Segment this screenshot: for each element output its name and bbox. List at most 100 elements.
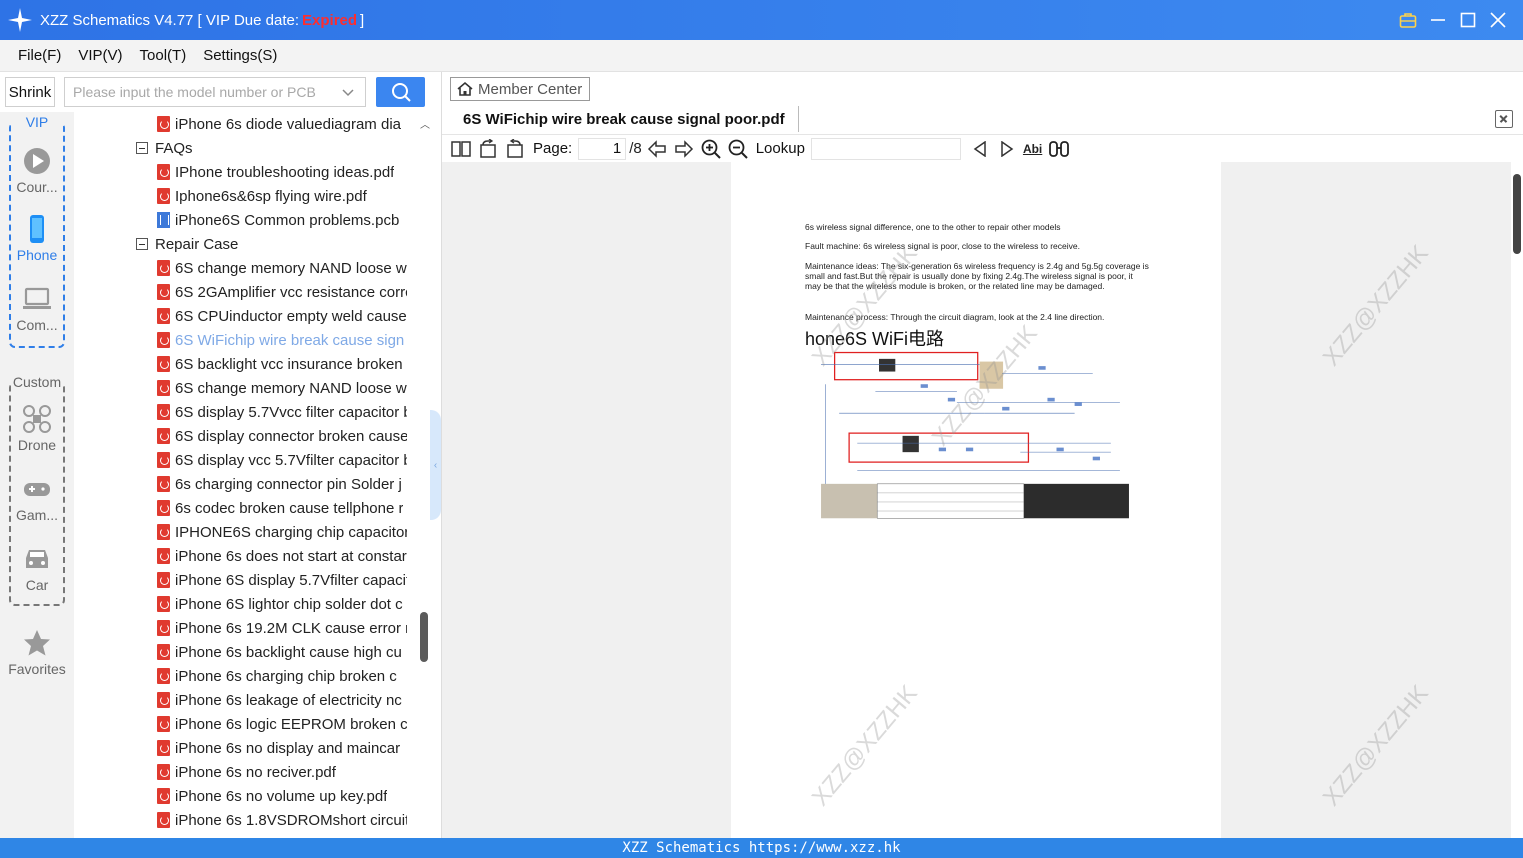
tree-file-pdf[interactable]: iPhone 6s 19.2M CLK cause error r: [157, 616, 407, 640]
tree-file-pdf[interactable]: iPhone 6s logic EEPROM broken c: [157, 712, 407, 736]
vip-group-label: VIP: [11, 114, 63, 130]
search-next-icon[interactable]: [996, 138, 1018, 160]
tree-file-pdf[interactable]: 6s charging connector pin Solder j: [157, 472, 407, 496]
menu-vip[interactable]: VIP(V): [78, 47, 122, 64]
tree-file-pcb[interactable]: iPhone6S Common problems.pcb: [157, 208, 407, 232]
tree-item-label: iPhone 6s no volume up key.pdf: [175, 787, 388, 805]
tree-file-pdf[interactable]: iPhone 6s 1.8VSDROMshort circuit: [157, 808, 407, 832]
close-icon[interactable]: [1483, 5, 1513, 35]
category-sidebar: VIP Cour... Phone Com... Custom Drone Ga…: [0, 112, 74, 838]
category-courses[interactable]: Cour...: [0, 146, 74, 195]
document-tab[interactable]: 6S WiFichip wire break cause signal poor…: [450, 106, 799, 132]
tree-file-pdf[interactable]: iPhone 6s leakage of electricity nc: [157, 688, 407, 712]
rotate-right-icon[interactable]: [504, 138, 526, 160]
category-drone[interactable]: Drone: [0, 404, 74, 453]
viewer-scrollbar[interactable]: [1511, 162, 1523, 838]
tree-file-pdf[interactable]: iPhone 6s no reciver.pdf: [157, 760, 407, 784]
tree-item-label: IPhone troubleshooting ideas.pdf: [175, 163, 395, 181]
pdf-viewer[interactable]: 6s wireless signal difference, one to th…: [442, 162, 1523, 838]
menu-settings[interactable]: Settings(S): [203, 47, 277, 64]
tree-file-pdf[interactable]: IPhone troubleshooting ideas.pdf: [157, 160, 407, 184]
collapse-toggle-icon[interactable]: [136, 238, 148, 250]
tree-file-pdf[interactable]: iPhone 6S display 5.7Vfilter capacit: [157, 568, 407, 592]
tree-scroll-thumb[interactable]: [420, 612, 428, 662]
collapse-toggle-icon[interactable]: [136, 142, 148, 154]
tree-file-pdf[interactable]: iPhone 6s no display and maincar: [157, 736, 407, 760]
status-bar: XZZ Schematics https://www.xzz.hk: [0, 838, 1523, 858]
scroll-up-icon[interactable]: ︿: [420, 116, 430, 131]
category-label: Favorites: [8, 661, 66, 677]
search-icon: [391, 83, 411, 102]
star-icon: [24, 630, 50, 656]
watermark: XZZ@XZZHK: [806, 680, 923, 812]
minimize-icon[interactable]: [1423, 5, 1453, 35]
two-page-icon[interactable]: [450, 138, 472, 160]
tree-file-pdf[interactable]: Iphone6s&6sp flying wire.pdf: [157, 184, 407, 208]
menu-file[interactable]: File(F): [18, 47, 61, 64]
watermark: XZZ@XZZHK: [1317, 240, 1434, 372]
rotate-left-icon[interactable]: [477, 138, 499, 160]
shrink-button[interactable]: Shrink: [5, 77, 55, 107]
tree-file-pdf[interactable]: 6S 2GAmplifier vcc resistance corrc: [157, 280, 407, 304]
zoom-in-icon[interactable]: [700, 138, 722, 160]
tree-file-pdf[interactable]: 6S change memory NAND loose w: [157, 256, 407, 280]
tree-file-pdf[interactable]: 6S display connector broken cause: [157, 424, 407, 448]
tree-file-pdf[interactable]: 6S display 5.7Vvcc filter capacitor b: [157, 400, 407, 424]
tree-file-pdf[interactable]: 6s codec broken cause tellphone r: [157, 496, 407, 520]
pdf-file-icon: [157, 428, 170, 444]
tree-file-pdf[interactable]: iPhone 6s backlight cause high cu: [157, 640, 407, 664]
search-button[interactable]: [376, 77, 425, 107]
tree-file-pdf[interactable]: iPhone 6s no volume up key.pdf: [157, 784, 407, 808]
tree-file-pdf[interactable]: 6S CPUinductor empty weld cause: [157, 304, 407, 328]
vip-status-badge: Expired: [302, 11, 358, 29]
category-car[interactable]: Car: [0, 544, 74, 593]
category-phone[interactable]: Phone: [0, 214, 74, 263]
doc-line-1: 6s wireless signal difference, one to th…: [805, 222, 1061, 232]
tree-file-pdf[interactable]: 6S WiFichip wire break cause sign: [157, 328, 407, 352]
previous-page-icon[interactable]: [646, 138, 668, 160]
tree-item-label: 6S CPUinductor empty weld cause: [175, 307, 407, 325]
tree-item-label: 6s codec broken cause tellphone r: [175, 499, 404, 517]
tree-file-pdf[interactable]: iPhone 6S lightor chip solder dot c: [157, 592, 407, 616]
tree-scrollbar[interactable]: ︿: [419, 112, 430, 838]
tree-item-label: iPhone 6s diode valuediagram dia: [175, 115, 401, 133]
chevron-down-icon[interactable]: [341, 86, 355, 102]
binoculars-icon[interactable]: [1048, 138, 1070, 160]
pdf-file-icon: [157, 308, 170, 324]
tree-item-label: 6S backlight vcc insurance broken: [175, 355, 403, 373]
tree-file-pdf[interactable]: iPhone 6s does not start at constar: [157, 544, 407, 568]
pcb-file-icon: [157, 212, 170, 228]
search-previous-icon[interactable]: [969, 138, 991, 160]
member-center-button[interactable]: Member Center: [450, 77, 590, 101]
tree-file-pdf[interactable]: IPHONE6S charging chip capacitor: [157, 520, 407, 544]
bag-icon[interactable]: [1393, 5, 1423, 35]
tree-file-pdf[interactable]: iPhone 6s diode valuediagram dia: [157, 112, 407, 136]
category-favorites[interactable]: Favorites: [0, 628, 74, 677]
tree-file-pdf[interactable]: iPhone 6s charging chip broken c: [157, 664, 407, 688]
next-page-icon[interactable]: [673, 138, 695, 160]
match-case-icon[interactable]: Abi: [1023, 142, 1042, 156]
lookup-input[interactable]: [810, 137, 961, 160]
collapse-handle[interactable]: ‹: [430, 410, 441, 520]
tree-item-label: Iphone6s&6sp flying wire.pdf: [175, 187, 367, 205]
viewer-pane: Member Center 6S WiFichip wire break cau…: [441, 72, 1523, 838]
model-search-input[interactable]: [73, 84, 333, 100]
maximize-icon[interactable]: [1453, 5, 1483, 35]
tree-item-label: iPhone 6s does not start at constar: [175, 547, 407, 565]
menu-tool[interactable]: Tool(T): [140, 47, 187, 64]
tree-item-label: iPhone 6s 19.2M CLK cause error r: [175, 619, 407, 637]
tree-folder[interactable]: FAQs: [136, 136, 416, 160]
category-game[interactable]: Gam...: [0, 474, 74, 523]
close-tab-icon[interactable]: [1495, 110, 1513, 128]
tree-file-pdf[interactable]: 6S backlight vcc insurance broken: [157, 352, 407, 376]
tree-file-pdf[interactable]: 6S change memory NAND loose w: [157, 376, 407, 400]
zoom-out-icon[interactable]: [727, 138, 749, 160]
tree-file-pdf[interactable]: 6S display vcc 5.7Vfilter capacitor b: [157, 448, 407, 472]
viewer-scroll-thumb[interactable]: [1513, 174, 1521, 254]
page-number-input[interactable]: [578, 137, 627, 160]
pdf-file-icon: [157, 332, 170, 348]
category-computer[interactable]: Com...: [0, 284, 74, 333]
car-icon: [26, 550, 48, 568]
model-search-box[interactable]: [64, 77, 366, 107]
tree-folder[interactable]: Repair Case: [136, 232, 416, 256]
